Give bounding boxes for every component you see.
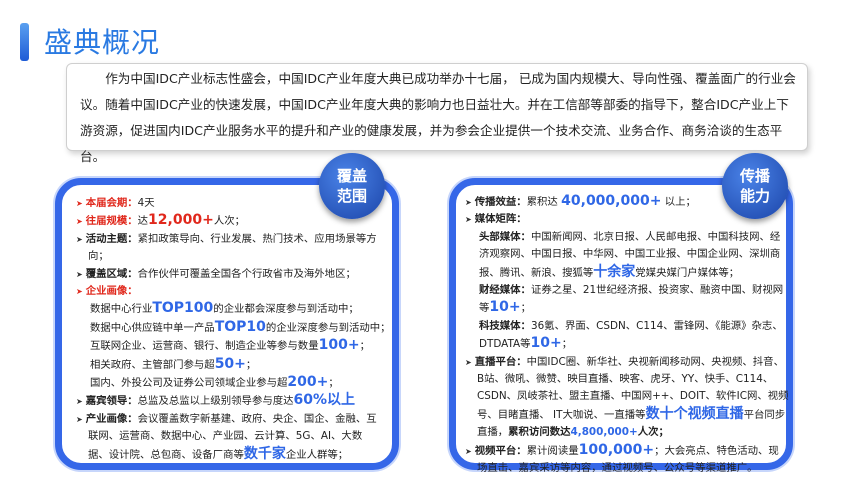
list-value: 数据中心供应链中单一产品 xyxy=(90,321,215,334)
highlight-number: TOP100 xyxy=(152,300,214,317)
highlight-number: 60%以上 xyxy=(293,392,356,409)
list-label: 财经媒体： xyxy=(479,284,531,297)
list-label: 头部媒体： xyxy=(479,230,531,243)
communication-list: ➤ 传播效益：累积达 40,000,000+ 以上； ➤ 媒体矩阵： 头部媒体：中国… xyxy=(465,193,789,478)
list-item: ➤ 媒体矩阵： xyxy=(465,211,789,228)
highlight-number: 40,000,000+ xyxy=(561,193,662,209)
highlight-number: 100,000+ xyxy=(578,441,655,458)
highlight-number: 10+ xyxy=(530,335,562,352)
bullet-arrow-icon: ➤ xyxy=(76,199,83,208)
list-item: ➤ 产业画像：会议覆盖数字新基建、政府、央企、国企、金融、互联网、运营商、数据中心… xyxy=(76,411,380,464)
bullet-arrow-icon: ➤ xyxy=(465,446,472,456)
list-item: ➤ 覆盖区域：合作伙伴可覆盖全国各个行政省市及海外地区； xyxy=(76,266,380,283)
list-value: 数据中心行业 xyxy=(90,303,153,316)
highlight-number: 数千家 xyxy=(243,445,286,462)
intro-text: 作为中国IDC产业标志性盛会，中国IDC产业年度大典已成功举办十七届， 已成为国… xyxy=(80,71,796,164)
highlight-number: 200+ xyxy=(287,374,329,391)
list-label: 传播效益： xyxy=(474,196,527,208)
list-subitem: 数据中心供应链中单一产品TOP10的企业深度参与到活动中； xyxy=(76,318,391,337)
list-value: ； xyxy=(359,340,370,353)
bullet-arrow-icon: ➤ xyxy=(465,198,472,207)
list-item: ➤ 企业画像： xyxy=(76,283,380,300)
list-subitem: 科技媒体：36氪、界面、CSDN、C114、雷锋网、《能源》杂志、DTDATA等… xyxy=(465,318,789,354)
list-label: 视频平台： xyxy=(474,444,527,457)
list-value: 4天 xyxy=(137,197,155,209)
list-item: ➤ 直播平台：中国IDC圈、新华社、央视新闻移动网、央视频、抖音、 B站、微吼、微… xyxy=(465,354,789,442)
list-item: ➤ 嘉宾领导：总监及总监以上级别领导参与度达60%以上 xyxy=(76,392,380,410)
list-label: 媒体矩阵： xyxy=(474,213,527,226)
bullet-arrow-icon: ➤ xyxy=(76,287,83,297)
highlight-number: 4,800,000+ xyxy=(570,426,638,439)
list-item: ➤ 本届会期：4天 xyxy=(76,195,380,212)
list-value: ； xyxy=(561,338,573,351)
list-value: 的企业都会深度参与到活动中； xyxy=(213,303,359,316)
list-value: 合作伙伴可覆盖全国各个行政省市及海外地区； xyxy=(137,267,356,280)
highlight-number: 十余家 xyxy=(593,263,636,280)
highlight-number: 10+ xyxy=(489,299,521,316)
bullet-arrow-icon: ➤ xyxy=(76,397,83,407)
list-value: 累积达 xyxy=(526,196,558,208)
list-value: 总监及总监以上级别领导参与度达 xyxy=(137,395,294,408)
list-value: ； xyxy=(520,302,531,315)
bullet-arrow-icon: ➤ xyxy=(76,269,83,279)
bullet-arrow-icon: ➤ xyxy=(76,414,83,424)
list-value: 以上； xyxy=(664,196,696,208)
list-label: 企业画像： xyxy=(85,285,138,298)
list-value: 累计阅读量 xyxy=(526,444,579,457)
highlight-number: 100+ xyxy=(318,337,360,354)
list-subitem: 国内、外投公司及证券公司领域企业参与超200+； xyxy=(76,374,380,392)
list-value: ； xyxy=(328,377,339,390)
list-value: ； xyxy=(245,358,257,371)
list-value: 的企业深度参与到活动中； xyxy=(265,321,391,334)
coverage-list: ➤ 本届会期：4天 ➤ 往届规模：达12,000+人次； ➤ 活动主题：紧扣政策导向、… xyxy=(76,195,391,464)
list-subitem: 数据中心行业TOP100的企业都会深度参与到活动中； xyxy=(76,300,380,318)
highlight-number: TOP10 xyxy=(214,318,266,335)
bullet-arrow-icon: ➤ xyxy=(76,217,83,227)
list-label: 活动主题： xyxy=(85,232,138,245)
page-title: 盛典概况 xyxy=(44,26,161,59)
list-item: ➤ 活动主题：紧扣政策导向、行业发展、热门技术、应用场景等方向； xyxy=(76,231,380,266)
list-label: 嘉宾领导： xyxy=(85,395,138,408)
list-value: 党媒央媒门户媒体等； xyxy=(635,266,740,279)
list-value: 国内、外投公司及证券公司领域企业参与超 xyxy=(90,377,288,390)
list-subitem: 头部媒体：中国新闻网、北京日报、人民邮电报、中国科技网、经济观察网、中国日报、中… xyxy=(465,229,789,282)
list-subitem: 财经媒体：证券之星、21世纪经济报、投资家、融资中国、财视网等10+； xyxy=(465,282,789,318)
list-value: 互联网企业、运营商、银行、制造企业等参与数量 xyxy=(90,340,319,353)
title-accent-bar xyxy=(20,23,29,61)
bullet-arrow-icon: ➤ xyxy=(76,234,83,244)
list-item: ➤ 往届规模：达12,000+人次； xyxy=(76,212,380,230)
list-value: 企业人群等； xyxy=(285,448,349,461)
list-label: 产业画像： xyxy=(85,412,138,425)
list-value: 达 xyxy=(137,215,149,228)
highlight-number: 数十个视频直播 xyxy=(645,405,744,422)
list-value: 人次； xyxy=(213,215,245,228)
list-item: ➤ 传播效益：累积达 40,000,000+ 以上； xyxy=(465,193,789,211)
list-label: 覆盖区域： xyxy=(85,267,138,280)
list-label: 人次； xyxy=(637,426,669,439)
highlight-number: 50+ xyxy=(214,355,246,372)
list-subitem: 互联网企业、运营商、银行、制造企业等参与数量100+； xyxy=(76,337,380,355)
list-label: 直播平台： xyxy=(474,355,527,368)
list-label: 科技媒体： xyxy=(479,319,531,332)
bullet-arrow-icon: ➤ xyxy=(465,357,472,367)
list-label: 累积访问数达 xyxy=(508,426,571,439)
list-label: 往届规模： xyxy=(85,215,138,228)
bullet-arrow-icon: ➤ xyxy=(465,215,472,225)
list-value: 相关政府、主管部门参与超 xyxy=(90,358,215,371)
list-item: ➤ 视频平台：累计阅读量100,000+；大会亮点、特色活动、现场直击、嘉宾采访等… xyxy=(465,442,789,478)
highlight-number: 12,000+ xyxy=(148,212,214,229)
list-label: 本届会期： xyxy=(85,197,138,209)
list-subitem: 相关政府、主管部门参与超50+； xyxy=(76,356,380,374)
